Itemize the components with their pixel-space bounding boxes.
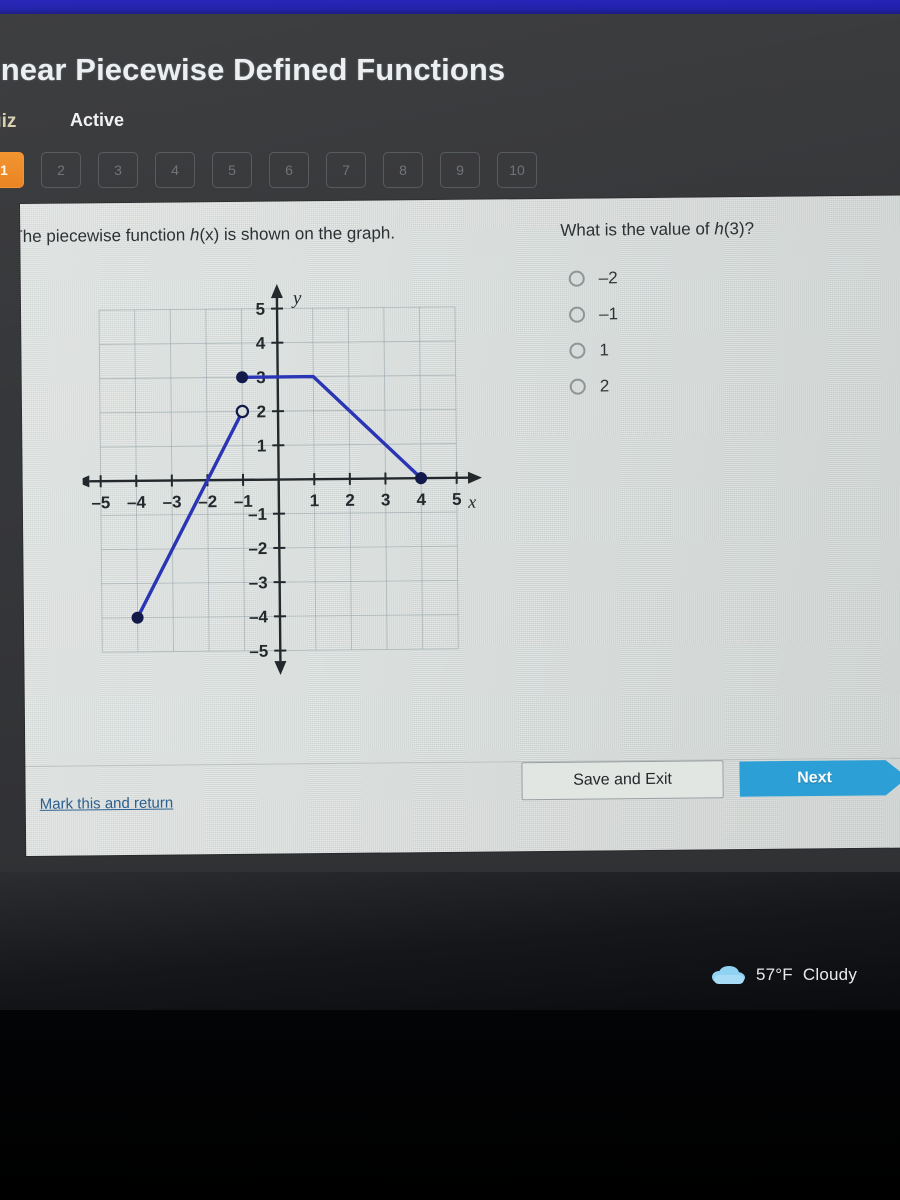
radio-button-icon[interactable] [569,306,586,323]
question-card: The piecewise function h(x) is shown on … [20,195,900,856]
question-function-name: h [714,219,724,239]
svg-text:–5: –5 [91,493,110,512]
radio-button-icon[interactable] [569,378,586,395]
mark-and-return-link[interactable]: Mark this and return [40,795,174,813]
question-button-10[interactable]: 10 [497,152,537,188]
svg-text:–2: –2 [248,539,267,558]
quiz-status-label: Active [70,110,125,130]
svg-text:y: y [291,288,302,309]
question-text: What is the value of h(3)? [560,218,890,241]
radio-button-icon[interactable] [569,342,586,359]
question-prefix: What is the value of [560,219,715,240]
answer-option-label: –1 [598,304,619,324]
svg-text:–1: –1 [248,505,267,524]
answer-option-label: 2 [599,376,610,396]
prompt-prefix: The piecewise function [20,225,191,247]
svg-text:x: x [467,492,476,512]
graph-canvas: –5 –4 –3 –2 –1 1 2 3 4 5–5–4–3–2–112345xy [80,284,483,676]
weather-temperature: 57°F [756,965,793,984]
save-and-exit-button[interactable]: Save and Exit [521,760,724,801]
cloud-icon [712,965,746,985]
answer-option-label: 1 [599,340,609,360]
svg-text:1: 1 [257,436,267,455]
answer-option-1[interactable]: –2 [568,258,889,297]
question-button-9[interactable]: 9 [440,152,480,188]
question-button-2[interactable]: 2 [41,152,81,188]
svg-text:4: 4 [416,490,426,509]
screen-photo: inear Piecewise Defined Functions uiz Ac… [0,0,900,1200]
radio-button-icon[interactable] [568,270,585,287]
svg-text:4: 4 [256,334,266,353]
question-button-8[interactable]: 8 [383,152,423,188]
question-button-5[interactable]: 5 [212,152,252,188]
question-button-3[interactable]: 3 [98,152,138,188]
question-button-1[interactable]: 1 [0,152,24,188]
answer-option-2[interactable]: –1 [569,294,889,333]
svg-text:–4: –4 [249,607,269,626]
svg-text:–3: –3 [163,492,182,511]
answer-option-4[interactable]: 2 [569,366,890,405]
question-button-6[interactable]: 6 [269,152,309,188]
svg-text:–3: –3 [249,573,268,592]
question-button-4[interactable]: 4 [155,152,195,188]
answer-option-3[interactable]: 1 [569,330,889,369]
question-button-7[interactable]: 7 [326,152,366,188]
svg-text:3: 3 [381,490,391,509]
answer-option-label: –2 [598,268,618,288]
svg-text:5: 5 [255,300,265,319]
function-graph: –5 –4 –3 –2 –1 1 2 3 4 5 –5 –4 –3 –2 –1 1 2 3 4 5 x y [80,263,526,757]
quiz-header: inear Piecewise Defined Functions uiz Ac… [0,36,900,204]
page-title: inear Piecewise Defined Functions [0,52,506,87]
weather-condition: Cloudy [802,965,858,984]
svg-text:1: 1 [310,491,320,510]
answer-choices: –2 –1 1 2 [568,258,890,405]
taskbar-weather-widget[interactable]: 57°F Cloudy [712,965,857,985]
prompt-argument: (x) [199,225,220,245]
prompt-text: The piecewise function h(x) is shown on … [20,221,532,247]
next-button[interactable]: Next [739,758,900,800]
prompt-suffix: is shown on the graph. [219,223,396,245]
quiz-label: uiz [0,111,17,132]
svg-text:–4: –4 [127,493,147,512]
svg-text:2: 2 [345,491,355,510]
prompt-function-name: h [189,225,200,245]
svg-text:5: 5 [452,490,462,509]
svg-text:2: 2 [256,402,266,421]
question-argument: (3)? [723,218,755,239]
next-button-label: Next [797,769,832,787]
question-navigation: 1 2 3 4 5 6 7 8 9 10 [0,152,537,188]
desktop-bottom-background [0,1010,900,1200]
svg-text:–5: –5 [249,642,268,661]
